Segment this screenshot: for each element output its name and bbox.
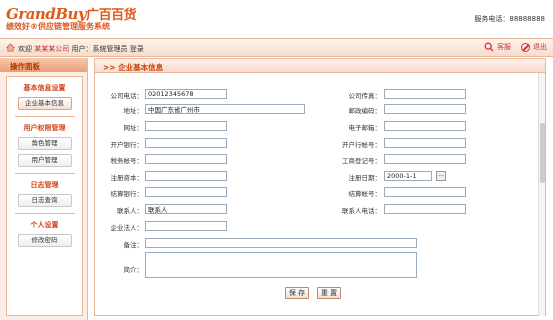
reg-date-label: 注册日期： [348,174,382,182]
reg-no-input[interactable] [384,154,466,164]
bank-input[interactable] [145,138,227,148]
website-input[interactable] [145,121,227,131]
fax-label: 公司传真： [348,92,382,100]
section-user-permissions: 用户权限管理 [23,124,66,132]
customer-service-link[interactable]: 客服 [484,42,511,52]
settle-account-label: 结算帐号： [348,190,382,198]
intro-textarea[interactable] [145,252,417,278]
tax-input[interactable] [145,154,227,164]
address-input[interactable] [145,104,305,114]
settle-bank-input[interactable] [145,187,227,197]
divider [14,213,75,214]
remark-label: 备注： [123,241,144,249]
vertical-scrollbar[interactable] [538,73,545,316]
website-label: 网址： [123,124,144,132]
user-info: 用户：系统管理员 登录 [71,45,144,53]
search-icon [484,42,494,52]
contact-input[interactable] [145,204,227,214]
welcome-text: 欢迎 某某某公司 用户：系统管理员 登录 [18,44,144,54]
divider [14,173,75,174]
capital-input[interactable] [145,171,227,181]
postcode-input[interactable] [384,104,466,114]
date-picker-button[interactable]: ... [436,171,446,181]
company-name: 某某某公司 [34,45,70,53]
menu-change-password[interactable]: 修改密码 [17,234,72,247]
sidebar-menu: 基本信息设置 企业基本信息 用户权限管理 角色管理 用户管理 日志管理 日志查询… [6,76,83,316]
capital-label: 注册资本： [110,174,144,182]
account-input[interactable] [384,138,466,148]
navbar: 欢迎 某某某公司 用户：系统管理员 登录 客服 退出 [0,38,553,57]
settle-account-input[interactable] [384,187,466,197]
reg-no-label: 工商登记号： [342,157,381,165]
welcome-label: 欢迎 [18,45,32,53]
logout-label: 退出 [533,43,547,51]
reset-button[interactable]: 重 置 [317,287,341,299]
divider [14,116,75,117]
remark-input[interactable] [145,238,417,248]
phone-input[interactable] [145,89,227,99]
logout-icon [521,42,530,52]
page-title: >> 企业基本信息 [95,59,545,73]
contact-phone-input[interactable] [384,204,466,214]
bank-label: 开户银行： [110,141,144,149]
service-hotline: 服务电话：88888888 [474,15,545,23]
scrollbar-thumb[interactable] [540,123,545,183]
legal-input[interactable] [145,221,227,231]
section-personal-settings: 个人设置 [30,221,59,229]
logout-link[interactable]: 退出 [521,42,547,52]
menu-log-query[interactable]: 日志查询 [17,194,72,207]
settle-bank-label: 结算银行： [110,190,144,198]
menu-company-info[interactable]: 企业基本信息 [17,97,72,110]
intro-label: 简介： [123,266,144,274]
section-basic-settings: 基本信息设置 [23,84,66,92]
contact-phone-label: 联系人电话： [342,207,381,215]
reg-date-input[interactable] [384,171,432,181]
tax-label: 税务帐号： [110,157,144,165]
email-input[interactable] [384,121,466,131]
postcode-label: 邮政编码： [348,107,382,115]
contact-label: 联系人： [117,207,143,215]
menu-role-management[interactable]: 角色管理 [17,137,72,150]
sidebar: 操作面板 基本信息设置 企业基本信息 用户权限管理 角色管理 用户管理 日志管理… [0,58,88,320]
section-log-management: 日志管理 [30,181,59,189]
email-label: 电子邮箱： [348,124,382,132]
fax-input[interactable] [384,89,466,99]
main-panel: >> 企业基本信息 公司电话： 公司传真： 地址： 邮政编码： 网址： 电子邮箱… [94,58,546,316]
address-label: 地址： [123,107,144,115]
menu-user-management[interactable]: 用户管理 [17,154,72,167]
save-button[interactable]: 保 存 [285,287,309,299]
slogan: 绩效好®供应链管理服务系统 [6,22,110,31]
legal-label: 企业法人： [110,224,144,232]
account-label: 开户行帐号： [342,141,381,149]
home-icon[interactable] [6,43,15,52]
phone-label: 公司电话： [110,92,144,100]
header: GrandBuy广百百货 绩效好®供应链管理服务系统 服务电话：88888888 [0,0,553,38]
customer-service-label: 客服 [497,43,511,51]
sidebar-title: 操作面板 [0,58,87,72]
